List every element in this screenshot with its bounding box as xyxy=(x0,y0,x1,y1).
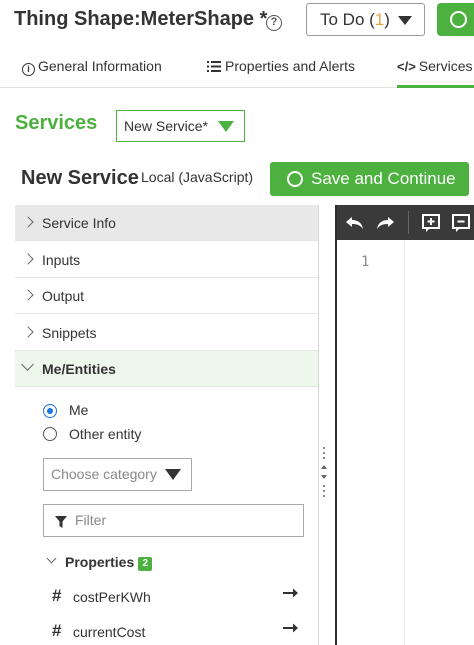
todo-count: 1 xyxy=(374,10,385,29)
chevron-down-icon xyxy=(46,553,57,564)
thing-header: Thing Shape:MeterShape * ? To Do (1) xyxy=(0,0,474,44)
code-icon: </> xyxy=(397,59,416,74)
tab-label: General Information xyxy=(38,58,162,74)
service-name-title: New Service xyxy=(21,167,139,189)
expand-all-icon[interactable] xyxy=(421,213,441,233)
chevron-right-icon xyxy=(22,216,34,228)
thing-title: Thing Shape:MeterShape * xyxy=(14,8,268,30)
grip-dot xyxy=(323,447,325,449)
panel-resize-handle[interactable] xyxy=(320,445,328,500)
grip-dot xyxy=(323,495,325,497)
accordion-label: Service Info xyxy=(42,215,116,231)
header-action-button[interactable] xyxy=(437,3,474,36)
service-type-label: Local (JavaScript) xyxy=(141,169,254,185)
radio-me[interactable] xyxy=(43,404,57,418)
chevron-right-icon xyxy=(22,253,34,265)
accordion-output[interactable]: Output xyxy=(15,278,318,314)
radio-other-entity-label: Other entity xyxy=(69,426,142,442)
list-icon xyxy=(207,61,221,72)
caret-down-icon xyxy=(218,121,234,132)
grip-dot xyxy=(323,490,325,492)
property-name: currentCost xyxy=(73,624,146,640)
number-type-icon: # xyxy=(52,586,62,605)
info-icon: i xyxy=(22,63,35,76)
undo-icon[interactable] xyxy=(345,213,365,233)
circle-icon xyxy=(450,11,467,28)
todo-label: To Do ( xyxy=(320,10,375,29)
line-number-gutter xyxy=(337,240,405,645)
caret-down-icon xyxy=(398,16,412,25)
collapse-arrows-icon xyxy=(321,465,327,479)
grip-dot xyxy=(323,452,325,454)
arrow-right-icon[interactable] xyxy=(283,587,298,599)
tab-label: Services xyxy=(418,58,473,74)
accordion-label: Snippets xyxy=(42,325,97,341)
save-and-continue-button[interactable]: Save and Continue xyxy=(270,162,469,196)
tab-properties-and-alerts[interactable]: Properties and Alerts xyxy=(207,52,355,88)
circle-icon xyxy=(287,171,303,187)
property-item[interactable]: # costPerKWh xyxy=(52,586,302,607)
code-editor[interactable]: 1 xyxy=(335,205,474,645)
tab-general-information[interactable]: i General Information xyxy=(22,52,162,88)
line-number: 1 xyxy=(361,254,370,270)
radio-other-entity[interactable] xyxy=(43,427,57,441)
tab-services[interactable]: </> Services xyxy=(397,52,474,88)
accordion-label: Inputs xyxy=(42,252,81,268)
todo-dropdown[interactable]: To Do (1) xyxy=(306,3,425,36)
properties-label: Properties xyxy=(65,554,135,570)
chevron-right-icon xyxy=(22,326,34,338)
properties-count-badge: 2 xyxy=(138,557,153,571)
accordion-label: Output xyxy=(42,288,85,304)
accordion-service-info[interactable]: Service Info xyxy=(15,205,318,241)
properties-section-header[interactable]: Properties 2 xyxy=(45,553,153,571)
collapse-all-icon[interactable] xyxy=(451,213,471,233)
editor-toolbar xyxy=(337,205,474,240)
chevron-down-icon xyxy=(21,358,34,371)
service-side-panel: Service Info Inputs Output Snippets Me/E… xyxy=(15,205,319,645)
accordion-label: Me/Entities xyxy=(42,361,116,377)
toolbar-separator xyxy=(408,211,409,234)
entity-tabs: i General Information Properties and Aler… xyxy=(0,52,474,88)
todo-close: ) xyxy=(384,10,390,29)
arrow-right-icon[interactable] xyxy=(283,622,298,634)
services-title: Services xyxy=(15,112,98,134)
redo-icon[interactable] xyxy=(375,213,395,233)
filter-icon xyxy=(55,516,67,528)
category-select-placeholder: Choose category xyxy=(51,466,157,482)
grip-dot xyxy=(323,457,325,459)
property-item[interactable]: # currentCost xyxy=(52,621,302,642)
chevron-right-icon xyxy=(22,289,34,301)
grip-dot xyxy=(323,485,325,487)
accordion-snippets[interactable]: Snippets xyxy=(15,315,318,351)
radio-me-label: Me xyxy=(69,402,89,418)
number-type-icon: # xyxy=(52,621,62,640)
tab-label: Properties and Alerts xyxy=(225,58,355,74)
caret-down-icon xyxy=(165,469,181,480)
accordion-me-entities[interactable]: Me/Entities xyxy=(15,351,318,387)
save-and-continue-label: Save and Continue xyxy=(311,169,456,188)
service-select[interactable]: New Service* xyxy=(116,110,245,142)
property-name: costPerKWh xyxy=(73,589,151,605)
filter-placeholder: Filter xyxy=(75,512,107,528)
help-icon[interactable]: ? xyxy=(266,15,282,31)
filter-input[interactable]: Filter xyxy=(43,504,304,537)
service-select-value: New Service* xyxy=(124,118,209,134)
accordion-inputs[interactable]: Inputs xyxy=(15,242,318,278)
category-select[interactable]: Choose category xyxy=(43,458,192,491)
